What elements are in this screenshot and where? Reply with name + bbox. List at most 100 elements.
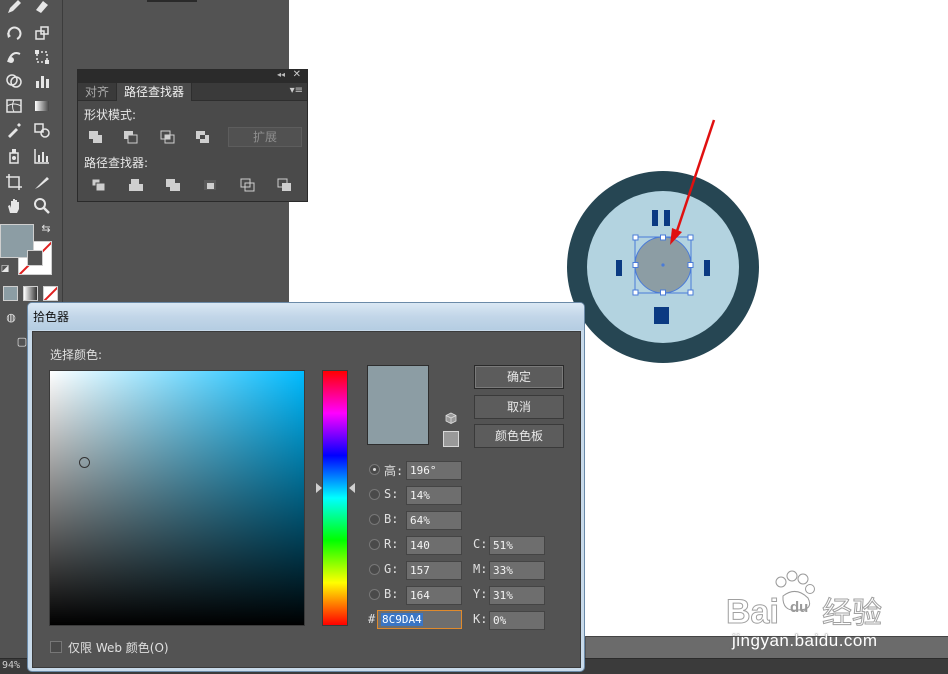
- hue-input[interactable]: 196°: [406, 461, 462, 480]
- pencil-tool[interactable]: [3, 0, 25, 18]
- hue-slider-arrow-right[interactable]: [349, 483, 355, 493]
- zoom-level[interactable]: 94%: [2, 660, 20, 671]
- dialog-title: 拾色器: [33, 310, 70, 324]
- hex-input[interactable]: 8C9DA4: [377, 610, 462, 629]
- hex-value: 8C9DA4: [381, 613, 423, 626]
- svg-text:du: du: [790, 599, 808, 616]
- saturation-input[interactable]: 14%: [406, 486, 462, 505]
- watermark-url: jingyan.baidu.com: [732, 631, 878, 650]
- panel-menu-icon[interactable]: ▾≡: [290, 85, 303, 96]
- hand-tool[interactable]: [3, 195, 25, 217]
- selection-handle: [632, 289, 639, 296]
- minus-back-icon[interactable]: [277, 178, 293, 192]
- hue-radio[interactable]: [369, 464, 380, 475]
- red-input[interactable]: 140: [406, 536, 462, 555]
- brightness-radio[interactable]: [369, 514, 380, 525]
- color-marker[interactable]: [79, 457, 90, 468]
- stroke-swatch-hole: [27, 250, 43, 266]
- selection-handle: [687, 289, 694, 296]
- swap-fill-stroke-icon[interactable]: ⇆: [38, 220, 54, 236]
- default-fill-stroke-icon[interactable]: ◪: [0, 262, 12, 276]
- tab-pathfinder[interactable]: 路径查找器: [116, 83, 193, 101]
- crop-icon[interactable]: [202, 178, 218, 192]
- hue-slider[interactable]: [322, 370, 348, 626]
- dialog-titlebar[interactable]: 拾色器: [28, 303, 584, 330]
- right-marker: [704, 260, 710, 276]
- column-graph-tool[interactable]: [31, 145, 53, 167]
- canvas-artwork[interactable]: [560, 110, 770, 370]
- mesh-tool[interactable]: [3, 95, 25, 117]
- svg-text:经验: 经验: [822, 596, 882, 631]
- draw-mode-icon[interactable]: ◍: [2, 308, 20, 326]
- saturation-brightness-field[interactable]: [49, 370, 305, 626]
- brightness-input[interactable]: 64%: [406, 511, 462, 530]
- green-radio[interactable]: [369, 564, 380, 575]
- cyan-label: C:: [473, 537, 488, 551]
- magenta-input[interactable]: 33%: [489, 561, 545, 580]
- color-swatches-button[interactable]: 颜色色板: [474, 424, 564, 448]
- symbol-sprayer-tool[interactable]: [3, 145, 25, 167]
- panel-titlebar[interactable]: ◂◂ ✕: [78, 69, 307, 83]
- tools-panel: ⇆ ◪ ◍ ▢: [0, 0, 63, 348]
- magenta-label: M:: [473, 562, 488, 576]
- selection-handle: [660, 234, 666, 241]
- free-transform-tool[interactable]: [31, 46, 53, 68]
- collapse-icon[interactable]: ◂◂: [277, 70, 285, 79]
- blue-input[interactable]: 164: [406, 586, 462, 605]
- divide-icon[interactable]: [91, 178, 107, 192]
- cyan-input[interactable]: 51%: [489, 536, 545, 555]
- bottom-marker: [654, 307, 669, 324]
- none-mode-icon[interactable]: [43, 286, 58, 301]
- zoom-tool[interactable]: [31, 195, 53, 217]
- color-picker-dialog: 拾色器 选择颜色: 确定 取消 颜色色板 高: 196° S: 14% B: 6…: [27, 302, 585, 672]
- hex-label: #: [368, 612, 376, 626]
- red-radio[interactable]: [369, 539, 380, 550]
- eraser-tool[interactable]: [31, 0, 53, 18]
- svg-text:Bai: Bai: [726, 593, 779, 631]
- green-input[interactable]: 157: [406, 561, 462, 580]
- cancel-button[interactable]: 取消: [474, 395, 564, 419]
- warp-tool[interactable]: [3, 46, 25, 68]
- left-marker: [616, 260, 622, 276]
- dialog-body: 选择颜色: 确定 取消 颜色色板 高: 196° S: 14% B: 64% R…: [32, 331, 581, 668]
- web-safe-swatch[interactable]: [443, 431, 459, 447]
- artboard-tool[interactable]: [3, 171, 25, 193]
- black-label: K:: [473, 612, 488, 626]
- scale-tool[interactable]: [31, 22, 53, 44]
- trim-icon[interactable]: [128, 178, 144, 192]
- green-label: G:: [384, 562, 399, 576]
- outline-icon[interactable]: [240, 178, 256, 192]
- hue-slider-arrow-left[interactable]: [316, 483, 322, 493]
- expand-button[interactable]: 扩展: [228, 127, 302, 147]
- yellow-label: Y:: [473, 587, 488, 601]
- merge-icon[interactable]: [165, 178, 181, 192]
- unite-icon[interactable]: [88, 130, 104, 144]
- blend-tool[interactable]: [31, 119, 53, 141]
- web-colors-only-checkbox[interactable]: [50, 641, 62, 653]
- exclude-icon[interactable]: [195, 130, 211, 144]
- minus-front-icon[interactable]: [123, 130, 139, 144]
- top-marker-left: [652, 210, 658, 226]
- rotate-tool[interactable]: [3, 22, 25, 44]
- saturation-radio[interactable]: [369, 489, 380, 500]
- shape-builder-tool[interactable]: [3, 70, 25, 92]
- eyedropper-tool[interactable]: [3, 119, 25, 141]
- web-safe-cube-icon[interactable]: [445, 412, 457, 424]
- slice-tool[interactable]: [31, 171, 53, 193]
- tab-align[interactable]: 对齐: [78, 83, 116, 101]
- close-icon[interactable]: ✕: [293, 69, 301, 80]
- intersect-icon[interactable]: [160, 130, 176, 144]
- shape-modes-label: 形状模式:: [84, 108, 137, 122]
- blue-radio[interactable]: [369, 589, 380, 600]
- color-mode-icon[interactable]: [3, 286, 18, 301]
- hue-label: 高:: [384, 464, 404, 478]
- yellow-input[interactable]: 31%: [489, 586, 545, 605]
- gradient-mode-icon[interactable]: [23, 286, 38, 301]
- black-input[interactable]: 0%: [489, 611, 545, 630]
- graph-tool[interactable]: [31, 70, 53, 92]
- brightness-label: B:: [384, 512, 399, 526]
- web-colors-only-label[interactable]: 仅限 Web 颜色(O): [68, 639, 169, 656]
- gradient-tool[interactable]: [31, 95, 53, 117]
- ok-button[interactable]: 确定: [474, 365, 564, 389]
- artboard-top-edge: [147, 0, 197, 2]
